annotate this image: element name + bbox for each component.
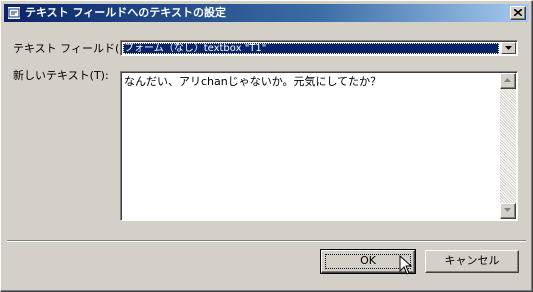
close-icon [514, 9, 522, 16]
scroll-down-button[interactable] [500, 203, 516, 219]
window-title: テキスト フィールドへのテキストの設定 [25, 6, 226, 19]
arrow-down-icon [504, 208, 511, 212]
chevron-down-icon [505, 46, 512, 50]
vertical-scrollbar[interactable] [500, 73, 516, 219]
cancel-button-label: キャンセル [444, 254, 500, 267]
dialog-window: テキスト フィールドへのテキストの設定 テキスト フィールド(F): フォーム（… [0, 0, 533, 292]
combobox-dropdown-button[interactable] [501, 42, 516, 54]
title-bar[interactable]: テキスト フィールドへのテキストの設定 [4, 4, 529, 22]
text-field-combobox[interactable]: フォーム（なし）textbox "T1" [120, 40, 518, 56]
new-text-textarea[interactable]: なんだい、アリchanじゃないか。元気にしてたか？ [120, 71, 518, 221]
text-field-label: テキスト フィールド(F): [13, 42, 134, 55]
app-icon [7, 6, 21, 20]
text-field-selected-value: フォーム（なし）textbox "T1" [123, 43, 499, 54]
mouse-pointer-icon [399, 255, 413, 275]
new-text-label: 新しいテキスト(T): [13, 69, 109, 82]
separator-line [7, 240, 526, 242]
close-button[interactable] [510, 6, 526, 20]
new-text-content: なんだい、アリchanじゃないか。元気にしてたか？ [124, 75, 382, 88]
cancel-button[interactable]: キャンセル [425, 250, 519, 273]
arrow-up-icon [504, 78, 511, 82]
scroll-up-button[interactable] [500, 73, 516, 89]
